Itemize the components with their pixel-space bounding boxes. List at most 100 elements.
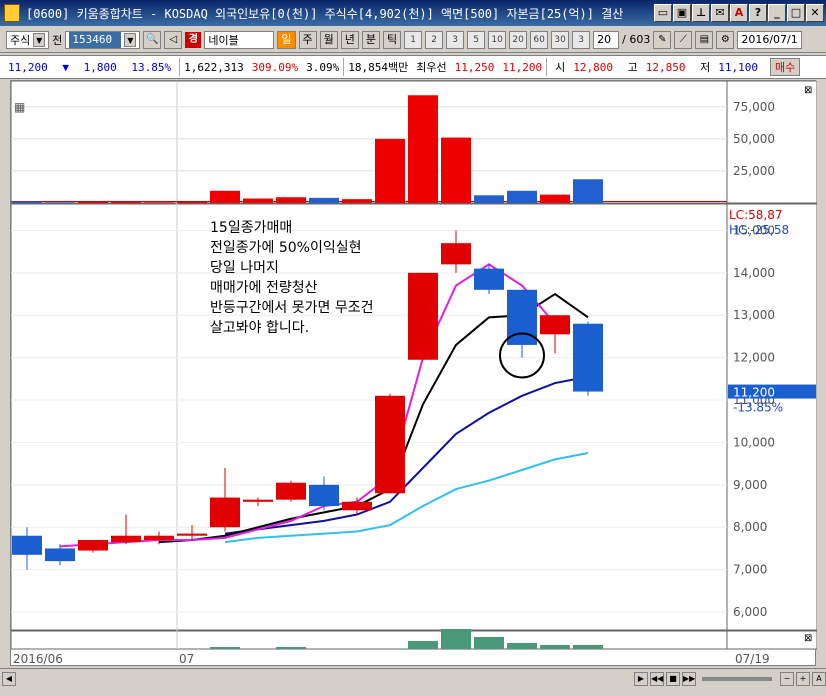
volume-bar (507, 190, 537, 203)
interval-20[interactable]: 20 (509, 30, 528, 49)
best-bid: 11,200 (502, 60, 543, 74)
candle-body (12, 535, 42, 555)
volume-tick-label: 75,000 (733, 100, 775, 114)
maximize-icon[interactable]: □ (787, 4, 805, 22)
close-icon[interactable]: ✕ (806, 4, 824, 22)
indicator-bar (507, 643, 537, 649)
app-icon (4, 4, 20, 22)
layout2-icon[interactable]: ▣ (673, 4, 691, 22)
print-icon[interactable]: ▤ (695, 30, 714, 49)
buy-button[interactable]: 매수 (769, 58, 801, 76)
period-tick[interactable]: 틱 (383, 30, 402, 49)
indicator-bar (441, 629, 471, 649)
indicator-bar (573, 645, 603, 649)
volume-bar (540, 194, 570, 203)
zoom-out-icon[interactable]: − (780, 671, 794, 686)
volume-bar (177, 201, 207, 203)
interval-60[interactable]: 60 (530, 30, 549, 49)
layout1-icon[interactable]: ▭ (654, 4, 672, 22)
chevron-down-icon[interactable]: ▼ (124, 32, 137, 47)
price-chart[interactable]: 25,000 50,000 75,000 6,000 7,000 8,000 9,000 10… (10, 80, 818, 667)
date-end-label: 07/19 (735, 652, 770, 666)
mail-icon[interactable]: ✉ (711, 4, 729, 22)
grid-icon: ▦ (14, 100, 25, 114)
chart-annotation: 15일종가매매 전일종가에 50%이익실현 당일 나머지 매매가에 전량청산 반… (210, 220, 374, 336)
interval-custom[interactable]: 3 (572, 30, 591, 49)
forward-icon[interactable]: ▶▶ (682, 671, 696, 686)
period-year[interactable]: 년 (340, 30, 359, 49)
price-tick-label: 12,000 (733, 351, 775, 365)
interval-30[interactable]: 30 (551, 30, 570, 49)
zoom-in-icon[interactable]: + (796, 671, 810, 686)
candle-body (111, 535, 141, 543)
help-icon[interactable]: ? (749, 4, 767, 22)
volume-ratio: 309.09% (251, 60, 299, 74)
volume-bar (210, 190, 240, 203)
code-select[interactable]: 153460 ▼ (65, 30, 141, 49)
period-week[interactable]: 주 (298, 30, 317, 49)
market-select[interactable]: 주식 ▼ (6, 30, 50, 49)
volume-bar (375, 138, 405, 203)
rewind-icon[interactable]: ◀◀ (650, 671, 664, 686)
candle-body (276, 482, 306, 500)
stop-icon[interactable]: ■ (666, 671, 680, 686)
candle-body (243, 499, 273, 502)
ohl-group: 시 12,800 고 12,850 저 11,100 (555, 61, 758, 74)
line-icon[interactable]: ⟋ (674, 30, 693, 49)
period-minute[interactable]: 분 (361, 30, 380, 49)
minimize-icon[interactable]: _ (768, 4, 786, 22)
period-month[interactable]: 월 (319, 30, 338, 49)
indicator-bar (276, 647, 306, 649)
lc-label: LC:58,87 (729, 208, 782, 222)
volume-bar (309, 197, 339, 203)
chevron-down-icon[interactable]: ▼ (33, 32, 46, 47)
zoom-slider[interactable] (702, 676, 772, 681)
candle-body (540, 315, 570, 335)
interval-2[interactable]: 2 (425, 30, 444, 49)
volume-bar (342, 199, 372, 203)
price-tick-label: 6,000 (733, 605, 767, 619)
volume-bar (45, 202, 75, 203)
stock-name-field[interactable]: 네이블 (204, 30, 275, 49)
current-price: 11,200 ▼ 1,800 13.85% (8, 60, 172, 74)
candle-body (573, 323, 603, 392)
date-start-label: 2016/06 (13, 652, 63, 666)
volume-tick-label: 50,000 (733, 132, 775, 146)
interval-5[interactable]: 5 (467, 30, 486, 49)
gear-icon[interactable]: ⚙ (716, 30, 735, 49)
interval-1[interactable]: 1 (404, 30, 423, 49)
toolbar: 주식 ▼ 전 153460 ▼ 🔍 ◁ 경 네이블 일 주 월 년 분 틱 1 2 … (0, 27, 826, 53)
price-tick-label: 10,000 (733, 435, 775, 449)
tool-icon[interactable]: ✎ (653, 30, 672, 49)
chart-scrollbar[interactable]: ◀ ▶ ◀◀ ■ ▶▶ − + A (0, 668, 826, 688)
price-tick-label: 7,000 (733, 563, 767, 577)
volume-bar (243, 198, 273, 203)
candle-body (309, 484, 339, 507)
count-input[interactable]: 20 (593, 30, 620, 49)
chart-area[interactable]: 25,000 50,000 75,000 6,000 7,000 8,000 9,000 10… (10, 80, 818, 667)
pin-icon[interactable]: ⊥ (692, 4, 710, 22)
quote-bar: 11,200 ▼ 1,800 13.85% 1,622,313 309.09% … (0, 55, 826, 79)
interval-10[interactable]: 10 (488, 30, 507, 49)
best-label: 최우선 (416, 61, 447, 74)
date-field[interactable]: 2016/07/1 (737, 30, 802, 49)
hc-label: HC:-25,58 (729, 223, 789, 237)
alert-icon[interactable]: A (730, 4, 748, 22)
play-icon[interactable]: ▶ (634, 671, 648, 686)
volume-bar (474, 195, 504, 203)
code-input[interactable]: 153460 (69, 31, 122, 48)
indicator-bar (540, 645, 570, 649)
interval-3[interactable]: 3 (446, 30, 465, 49)
period-day[interactable]: 일 (277, 30, 296, 49)
volume-bar (144, 202, 174, 203)
candle-body (441, 243, 471, 265)
search-icon[interactable]: 🔍 (143, 30, 162, 49)
auto-icon[interactable]: A (812, 671, 826, 686)
volume-bar (12, 201, 42, 203)
candle-body (144, 535, 174, 540)
scroll-left-icon[interactable]: ◀ (2, 671, 16, 686)
price-panel (10, 203, 818, 631)
candle-body (375, 395, 405, 494)
speaker-icon[interactable]: ◁ (164, 30, 183, 49)
code-label: 전 (52, 33, 63, 47)
